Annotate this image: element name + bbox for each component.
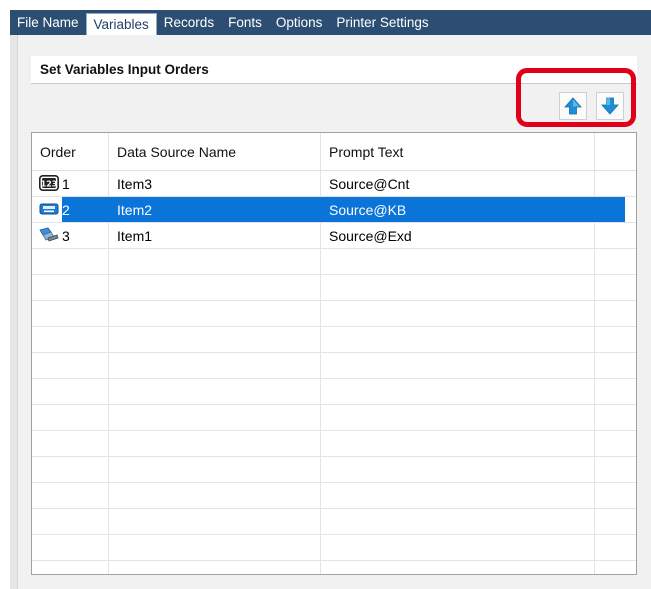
empty-table-row <box>32 379 636 405</box>
empty-table-row <box>32 431 636 457</box>
empty-table-row <box>32 457 636 483</box>
column-header-prompt-text[interactable]: Prompt Text <box>329 144 403 160</box>
column-header-order[interactable]: Order <box>40 144 76 160</box>
tab-records[interactable]: Records <box>157 10 221 35</box>
column-header-data-source-name[interactable]: Data Source Name <box>117 144 236 160</box>
prompt-text: Source@Exd <box>329 228 412 244</box>
group-title: Set Variables Input Orders <box>40 62 209 77</box>
keyboard-icon <box>39 201 59 217</box>
table-row[interactable]: 3 Item1 Source@Exd <box>32 223 636 249</box>
down-arrow-icon <box>600 96 620 116</box>
tab-variables[interactable]: Variables <box>85 13 157 35</box>
order-value: 1 <box>62 176 70 192</box>
variables-grid[interactable]: Order Data Source Name Prompt Text 123 1… <box>31 132 637 575</box>
empty-table-row <box>32 353 636 379</box>
panel-left-edge <box>10 35 18 589</box>
data-source-name: Item1 <box>117 228 153 244</box>
empty-table-row <box>32 405 636 431</box>
group-header: Set Variables Input Orders <box>31 56 637 84</box>
empty-table-row <box>32 535 636 561</box>
svg-text:123: 123 <box>41 180 58 189</box>
order-value: 3 <box>62 228 70 244</box>
prompt-text: Source@Cnt <box>329 176 410 192</box>
table-row-selected[interactable]: 2 Item2 Source@KB <box>32 197 636 223</box>
database-link-icon <box>39 227 59 243</box>
empty-table-row <box>32 483 636 509</box>
up-arrow-icon <box>563 96 583 116</box>
empty-table-row <box>32 327 636 353</box>
tab-fonts[interactable]: Fonts <box>221 10 269 35</box>
move-down-button[interactable] <box>596 92 624 120</box>
tab-bar: File Name Variables Records Fonts Option… <box>10 10 651 35</box>
empty-table-row <box>32 249 636 275</box>
empty-table-row <box>32 301 636 327</box>
tab-options[interactable]: Options <box>269 10 330 35</box>
grid-header-row: Order Data Source Name Prompt Text <box>32 133 636 171</box>
order-value: 2 <box>62 202 70 218</box>
empty-table-row <box>32 509 636 535</box>
data-source-name: Item3 <box>117 176 153 192</box>
table-row[interactable]: 123 1 Item3 Source@Cnt <box>32 171 636 197</box>
data-source-name: Item2 <box>117 202 153 218</box>
counter-icon: 123 <box>39 175 59 191</box>
empty-table-row <box>32 275 636 301</box>
tab-printer-settings[interactable]: Printer Settings <box>329 10 435 35</box>
prompt-text: Source@KB <box>329 202 407 218</box>
tab-file-name[interactable]: File Name <box>10 10 86 35</box>
move-up-button[interactable] <box>559 92 587 120</box>
